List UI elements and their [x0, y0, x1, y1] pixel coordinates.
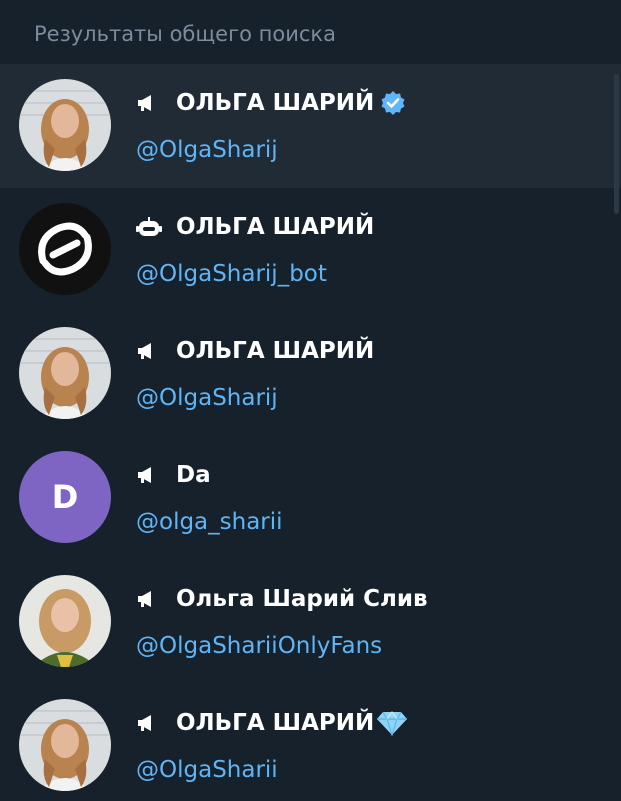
chat-name: ОЛЬГА ШАРИЙ: [176, 90, 375, 116]
search-result-row[interactable]: D Da @olga_sharii: [0, 436, 621, 560]
chat-name: ОЛЬГА ШАРИЙ: [176, 338, 375, 364]
avatar: [19, 203, 111, 295]
megaphone-icon: [136, 587, 164, 611]
search-result-row[interactable]: ОЛЬГА ШАРИЙ @OlgaSharij: [0, 64, 621, 188]
chat-username: @OlgaShariiOnlyFans: [136, 633, 383, 659]
bot-icon: [136, 215, 164, 239]
verified-icon: [380, 90, 406, 116]
global-search-results-panel: Результаты общего поиска ОЛЬГА ШАРИЙ @Ol…: [0, 0, 621, 801]
diamond-icon: [376, 710, 408, 736]
chat-username: @OlgaSharii: [136, 757, 278, 783]
search-result-row[interactable]: ОЛЬГА ШАРИЙ @OlgaSharii: [0, 684, 621, 801]
chat-name: Da: [176, 462, 211, 488]
megaphone-icon: [136, 463, 164, 487]
chat-name: ОЛЬГА ШАРИЙ: [176, 710, 375, 736]
chat-username: @OlgaSharij: [136, 137, 278, 163]
search-result-row[interactable]: Ольга Шарий Слив @OlgaShariiOnlyFans: [0, 560, 621, 684]
megaphone-icon: [136, 91, 164, 115]
avatar: D: [19, 451, 111, 543]
avatar: [19, 575, 111, 667]
section-header: Результаты общего поиска: [0, 0, 621, 68]
avatar-letter: D: [51, 478, 79, 516]
chat-name: Ольга Шарий Слив: [176, 586, 428, 612]
search-result-row[interactable]: ОЛЬГА ШАРИЙ @OlgaSharij: [0, 312, 621, 436]
search-result-row[interactable]: ОЛЬГА ШАРИЙ @OlgaSharij_bot: [0, 188, 621, 312]
chat-username: @OlgaSharij_bot: [136, 261, 327, 287]
avatar-photo-icon: [19, 327, 111, 419]
megaphone-icon: [136, 711, 164, 735]
avatar: [19, 699, 111, 791]
bot-logo-icon: [19, 203, 111, 295]
section-header-title: Результаты общего поиска: [34, 22, 336, 46]
chat-username: @OlgaSharij: [136, 385, 278, 411]
avatar: [19, 79, 111, 171]
avatar: [19, 327, 111, 419]
avatar-photo-icon: [19, 575, 111, 667]
chat-name: ОЛЬГА ШАРИЙ: [176, 214, 375, 240]
avatar-photo-icon: [19, 699, 111, 791]
megaphone-icon: [136, 339, 164, 363]
scrollbar[interactable]: [614, 74, 619, 214]
avatar-photo-icon: [19, 79, 111, 171]
chat-username: @olga_sharii: [136, 509, 283, 535]
search-results-list: ОЛЬГА ШАРИЙ @OlgaSharij ОЛЬГА ШАРИЙ @Olg…: [0, 64, 621, 801]
